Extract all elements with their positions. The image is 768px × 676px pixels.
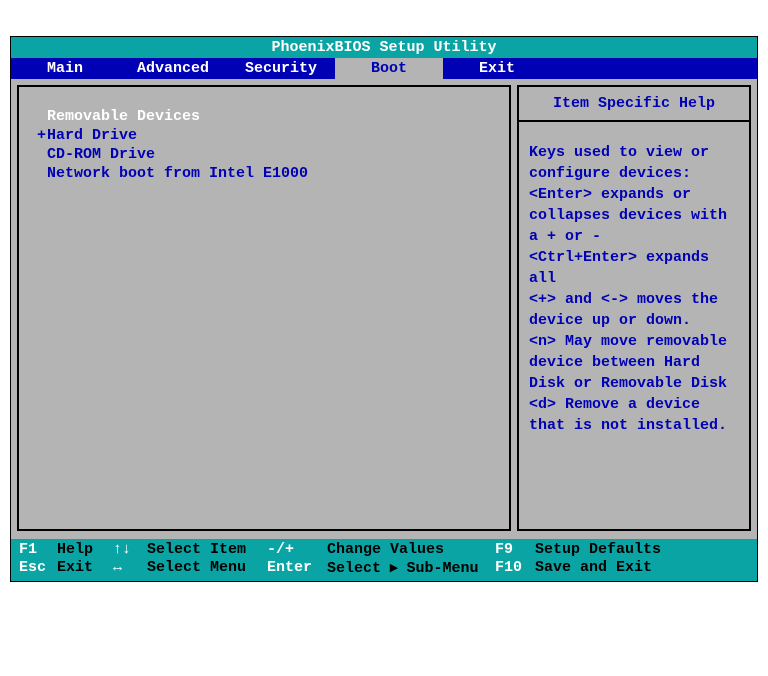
boot-item-0[interactable]: Removable Devices — [37, 107, 499, 126]
tab-security[interactable]: Security — [227, 58, 335, 79]
key-f9: F9 — [495, 541, 535, 558]
label-setup-defaults: Setup Defaults — [535, 541, 749, 558]
key-plusminus: -/+ — [267, 541, 327, 558]
label-help: Help — [57, 541, 113, 558]
help-panel: Item Specific Help Keys used to view or … — [517, 85, 751, 531]
key-enter: Enter — [267, 559, 327, 576]
help-body: Keys used to view or configure devices:<… — [519, 122, 749, 529]
arrows-leftright-icon: ↔ — [113, 559, 147, 576]
label-select-submenu: Select ▸ Sub-Menu — [327, 558, 495, 577]
expand-marker-icon: + — [37, 127, 47, 144]
boot-item-label: Removable Devices — [47, 108, 200, 125]
boot-item-3[interactable]: Network boot from Intel E1000 — [37, 164, 499, 183]
label-exit: Exit — [57, 559, 113, 576]
app-title: PhoenixBIOS Setup Utility — [271, 39, 496, 56]
tab-advanced[interactable]: Advanced — [119, 58, 227, 79]
label-save-exit: Save and Exit — [535, 559, 749, 576]
tab-exit[interactable]: Exit — [443, 58, 551, 79]
boot-item-label: Network boot from Intel E1000 — [47, 165, 308, 182]
key-f10: F10 — [495, 559, 535, 576]
key-f1: F1 — [19, 541, 57, 558]
boot-order-panel: Removable Devices+Hard Drive CD-ROM Driv… — [17, 85, 511, 531]
label-select-item: Select Item — [147, 541, 267, 558]
footer-row-1: F1 Help ↑↓ Select Item -/+ Change Values… — [19, 541, 749, 558]
tab-main[interactable]: Main — [11, 58, 119, 79]
boot-item-label: CD-ROM Drive — [47, 146, 155, 163]
arrows-updown-icon: ↑↓ — [113, 541, 147, 558]
key-esc: Esc — [19, 559, 57, 576]
tab-boot[interactable]: Boot — [335, 58, 443, 79]
boot-item-2[interactable]: CD-ROM Drive — [37, 145, 499, 164]
footer-hints: F1 Help ↑↓ Select Item -/+ Change Values… — [11, 539, 757, 581]
content-area: Removable Devices+Hard Drive CD-ROM Driv… — [11, 79, 757, 539]
boot-item-1[interactable]: +Hard Drive — [37, 126, 499, 145]
bios-window: PhoenixBIOS Setup Utility MainAdvancedSe… — [10, 36, 758, 582]
label-select-menu: Select Menu — [147, 559, 267, 576]
menu-bar: MainAdvancedSecurityBootExit — [11, 58, 757, 79]
footer-row-2: Esc Exit ↔ Select Menu Enter Select ▸ Su… — [19, 558, 749, 577]
boot-item-label: Hard Drive — [47, 127, 137, 144]
label-change-values: Change Values — [327, 541, 495, 558]
title-bar: PhoenixBIOS Setup Utility — [11, 37, 757, 58]
help-title: Item Specific Help — [519, 87, 749, 122]
